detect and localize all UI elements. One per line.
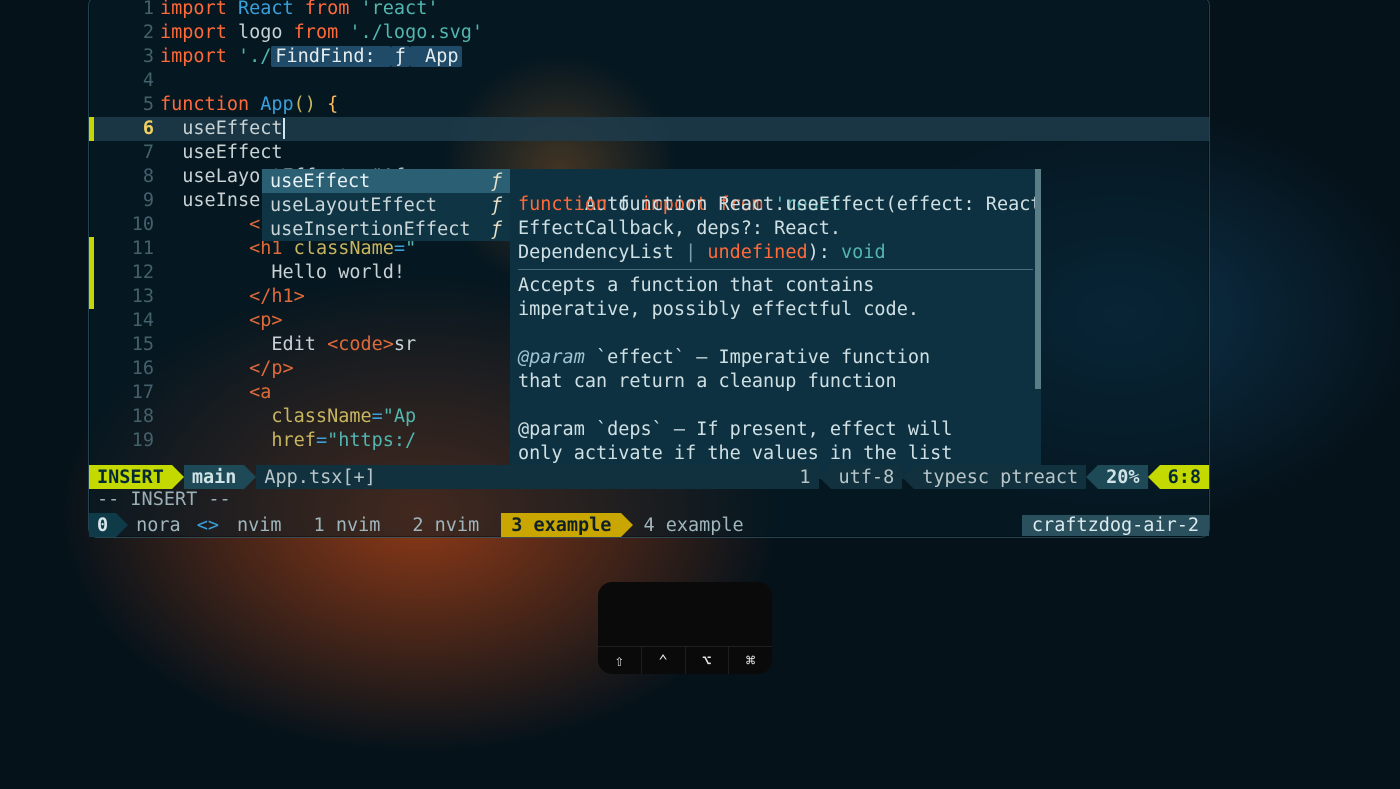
line-number: 5 <box>94 93 160 117</box>
line-number: 6 <box>94 117 160 141</box>
line-number: 18 <box>94 405 160 429</box>
cursorpos-segment: 6:8 <box>1160 465 1209 489</box>
line-number: 1 <box>94 0 160 21</box>
mode-echo: -- INSERT -- <box>89 489 239 513</box>
completion-popup[interactable]: useEffectƒuseLayoutEffectƒuseInsertionEf… <box>262 169 510 241</box>
doc-desc2: imperative, possibly effectful code. <box>518 298 919 322</box>
code-line[interactable]: 5function App() { <box>89 93 1209 117</box>
doc-popup[interactable]: Auto import from 'react' function functi… <box>510 169 1041 479</box>
tmux-tab[interactable]: nvim <box>227 513 292 537</box>
mode-segment: INSERT <box>89 465 172 489</box>
keycast-key: ⌘ <box>729 647 772 674</box>
code-line[interactable]: 7 useEffect <box>89 141 1209 165</box>
line-number: 11 <box>94 237 160 261</box>
doc-desc1: Accepts a function that contains <box>518 274 874 298</box>
line-number: 17 <box>94 381 160 405</box>
file-segment: App.tsx[+] <box>256 465 383 489</box>
completion-item[interactable]: useInsertionEffectƒ <box>262 217 510 241</box>
tmux-tab[interactable]: 4 example <box>633 513 753 537</box>
line-number: 13 <box>94 285 160 309</box>
doc-scrollbar[interactable] <box>1035 169 1041 389</box>
code-line[interactable]: 1import React from 'react' <box>89 0 1209 21</box>
line-number: 8 <box>94 165 160 189</box>
line-number: 14 <box>94 309 160 333</box>
tmux-session-name[interactable]: nora <box>128 513 189 537</box>
code-line[interactable]: 2import logo from './logo.svg' <box>89 21 1209 45</box>
code-line[interactable]: 6 useEffect <box>89 117 1209 141</box>
line-number: 15 <box>94 333 160 357</box>
encoding-segment: utf-8 <box>831 465 903 489</box>
keycast-key: ⌥ <box>686 647 730 674</box>
diag-segment: 1 <box>791 465 818 489</box>
completion-item[interactable]: useEffectƒ <box>262 169 510 193</box>
keycast-key: ⌃ <box>642 647 686 674</box>
line-number: 3 <box>94 45 160 69</box>
tmux-session[interactable]: 0 <box>89 513 116 537</box>
statusline: INSERT main App.tsx[+] 1 utf-8 typesc pt… <box>89 465 1209 489</box>
keycast-key: ⇧ <box>598 647 642 674</box>
tmux-host: craftzdog-air-2 <box>1022 515 1209 536</box>
tmux-tab[interactable]: 1 nvim <box>304 513 391 537</box>
line-number: 19 <box>94 429 160 453</box>
line-number: 9 <box>94 189 160 213</box>
line-number: 7 <box>94 141 160 165</box>
branch-segment: main <box>184 465 245 489</box>
line-number: 10 <box>94 213 160 237</box>
tmux-statusline[interactable]: 0 nora <> nvim 1 nvim 2 nvim 3 example 4 exa… <box>89 513 1209 537</box>
keycast-overlay: ⇧⌃⌥⌘ <box>598 582 772 674</box>
doc-sig3a: DependencyList <box>518 241 674 265</box>
completion-item[interactable]: useLayoutEffectƒ <box>262 193 510 217</box>
line-number: 16 <box>94 357 160 381</box>
tmux-tab[interactable]: 2 nvim <box>402 513 489 537</box>
doc-sig1: function React.useEffect(effect: React. <box>618 194 1041 215</box>
doc-sig2: EffectCallback, deps?: React. <box>518 217 841 241</box>
line-number: 12 <box>94 261 160 285</box>
tmux-tab[interactable]: 3 example <box>501 513 621 537</box>
terminal-window: 1import React from 'react'2import logo f… <box>88 0 1210 538</box>
line-number: 4 <box>94 69 160 93</box>
percent-segment: 20% <box>1098 465 1147 489</box>
tmux-prefix-glyph: <> <box>189 513 227 537</box>
line-number: 2 <box>94 21 160 45</box>
code-line[interactable]: 4 <box>89 69 1209 93</box>
filetype-segment: typesc ptreact <box>914 465 1086 489</box>
code-line[interactable]: 3import './FindFind: ƒ App <box>89 45 1209 69</box>
